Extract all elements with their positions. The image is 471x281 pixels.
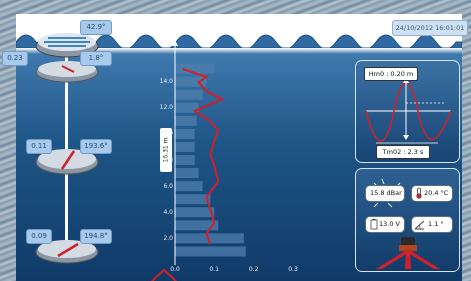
- y-tick-label: 2.0: [163, 234, 173, 242]
- app-window: 24/10/2012 16:01:01 0.23 42.9° 1.8° 0.11…: [0, 0, 471, 281]
- status-card: 15.8 dBar 20.4 °C 13.0 V 1.1 °: [355, 168, 460, 272]
- profile-bar: [175, 141, 195, 152]
- buoy1-extra-value: 1.8°: [80, 51, 112, 66]
- tm02-label: Tm02 : 2.3 s: [376, 145, 430, 159]
- y-tick-label: 10.0: [159, 130, 173, 138]
- y-axis-arrow: [172, 40, 178, 46]
- buoy2-left-value: 0.11: [26, 139, 52, 154]
- current-profile-chart: [172, 40, 246, 265]
- profile-bar: [175, 89, 203, 100]
- temperature-indicator: 20.4 °C: [411, 185, 453, 202]
- y-tick-label: 6.0: [163, 182, 173, 190]
- buoy3-right-value: 194.8°: [80, 229, 112, 244]
- profile-bar: [175, 194, 211, 205]
- tilt-angle-icon: [414, 220, 424, 230]
- y-tick-label: 4.0: [163, 208, 173, 216]
- timestamp-display: 24/10/2012 16:01:01: [392, 20, 468, 36]
- x-tick-label: 0.2: [248, 266, 259, 273]
- profile-bar: [175, 128, 195, 139]
- seabed-marker: [151, 268, 177, 281]
- y-tick-label: 8.0: [163, 156, 173, 164]
- y-tick-label: 12.0: [159, 104, 173, 112]
- profile-bar: [175, 115, 197, 126]
- buoy3-left-value: 0.09: [26, 229, 52, 244]
- profile-bar: [175, 181, 203, 192]
- battery-icon: [370, 218, 378, 230]
- buoy2-right-value: 193.6°: [80, 139, 112, 154]
- buoy1-left-value: 0.23: [2, 51, 28, 66]
- tilt-indicator: 1.1 °: [411, 216, 453, 233]
- voltage-indicator: 13.0 V: [365, 216, 405, 233]
- x-tick-label: 0.1: [209, 266, 220, 273]
- profile-bar: [175, 246, 246, 257]
- wave-card: Hm0 : 0.20 m Tm02 : 2.3 s: [355, 60, 460, 163]
- pressure-indicator: 15.8 dBar: [365, 185, 405, 202]
- thermometer-icon: [416, 187, 422, 199]
- y-tick-label: 14.0: [159, 78, 173, 86]
- profile-bar: [175, 155, 195, 166]
- x-tick-label: 0.3: [288, 266, 298, 273]
- profile-bar: [175, 207, 215, 218]
- instrument-tripod-icon: [376, 237, 440, 269]
- hm0-label: Hm0 : 0.20 m: [364, 67, 418, 81]
- profile-bar: [175, 168, 199, 179]
- buoy1-right-value: 42.9°: [80, 20, 112, 35]
